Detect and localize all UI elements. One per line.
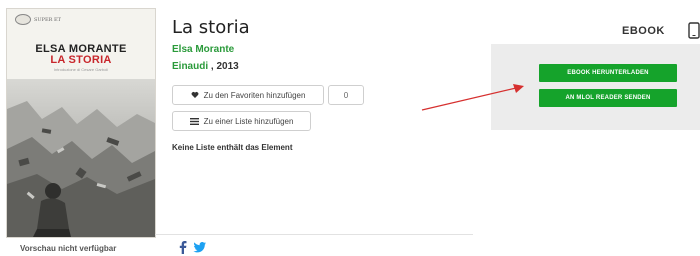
arrow-annotation (421, 84, 524, 111)
cover-series-logo: SUPER ET (15, 14, 61, 25)
cover-intro: Introduzione di Cesare Garboli (53, 67, 109, 72)
ostrich-logo-icon (15, 14, 31, 25)
heart-icon (191, 92, 198, 98)
add-to-favorites-button[interactable]: Zu den Favoriten hinzufügen (172, 85, 324, 105)
ebook-download-button[interactable]: EBOOK HERUNTERLADEN (539, 64, 677, 82)
favorites-count: 0 (328, 85, 364, 105)
preview-unavailable-note: Vorschau nicht verfügbar (20, 244, 117, 253)
cover-photo (7, 79, 155, 237)
section-divider (155, 234, 473, 235)
add-to-favorites-label: Zu den Favoriten hinzufügen (203, 90, 306, 100)
tablet-icon (688, 22, 700, 39)
add-to-list-label: Zu einer Liste hinzufügen (203, 116, 294, 126)
list-icon (189, 117, 199, 125)
book-cover: SUPER ET ELSA MORANTE LA STORIA Introduz… (6, 8, 156, 238)
publisher-link[interactable]: Einaudi (172, 61, 208, 72)
publication-line: Einaudi , 2013 (172, 61, 239, 72)
add-to-list-button[interactable]: Zu einer Liste hinzufügen (172, 111, 311, 131)
ebook-format-label: EBOOK (622, 25, 665, 37)
publication-year: , 2013 (208, 61, 239, 72)
cover-title: LA STORIA (50, 54, 112, 66)
facebook-icon[interactable] (176, 240, 190, 254)
book-title: La storia (172, 17, 250, 38)
twitter-icon[interactable] (193, 240, 207, 254)
no-list-message: Keine Liste enthält das Element (172, 143, 293, 152)
cover-series-label: SUPER ET (34, 16, 61, 23)
author-link[interactable]: Elsa Morante (172, 44, 234, 55)
send-to-reader-button[interactable]: AN MLOL READER SENDEN (539, 89, 677, 107)
